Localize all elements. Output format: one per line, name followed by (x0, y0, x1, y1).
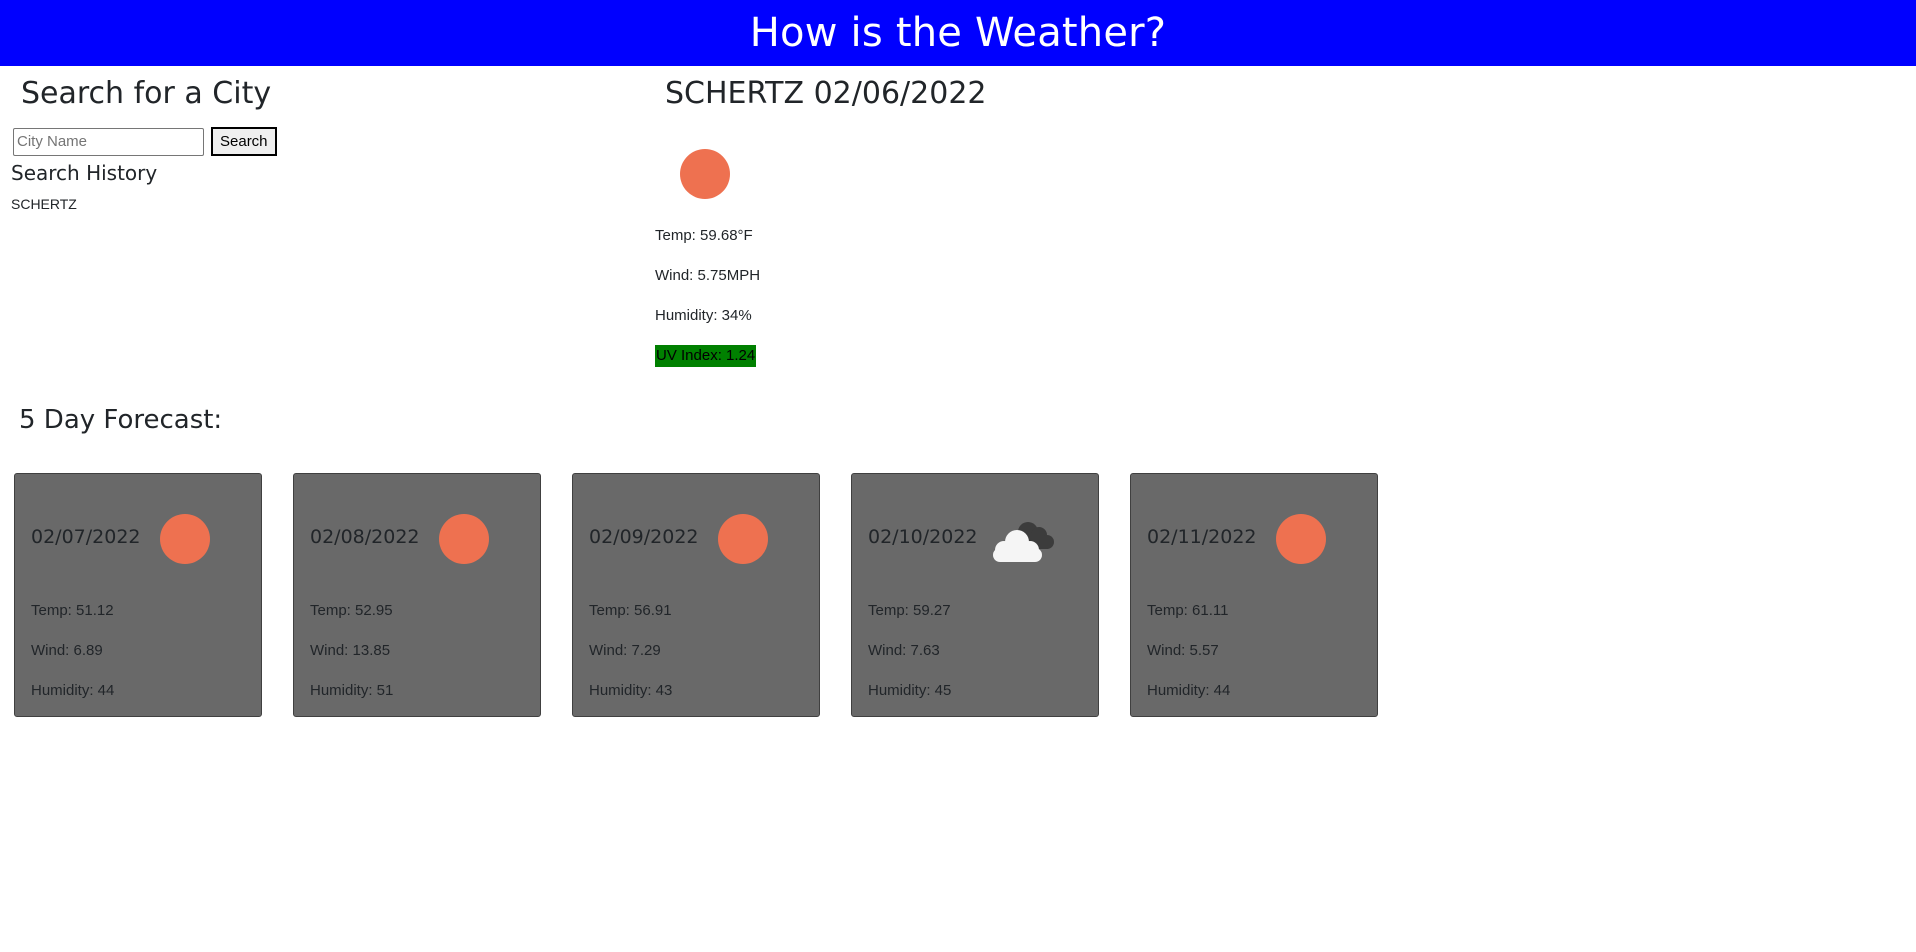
forecast-card: 02/07/2022 Temp: 51.12 Wind: 6.89 Humidi… (14, 473, 262, 717)
forecast-cards: 02/07/2022 Temp: 51.12 Wind: 6.89 Humidi… (14, 473, 1378, 717)
forecast-temp: Temp: 56.91 (589, 602, 672, 619)
forecast-date: 02/09/2022 (589, 526, 699, 548)
forecast-temp: Temp: 61.11 (1147, 602, 1229, 619)
current-humidity: Humidity: 34% (655, 307, 752, 324)
uv-index-badge: UV Index: 1.24 (655, 345, 757, 367)
forecast-date: 02/08/2022 (310, 526, 420, 548)
forecast-date: 02/10/2022 (868, 526, 978, 548)
forecast-wind: Wind: 6.89 (31, 642, 103, 659)
app-title: How is the Weather? (749, 10, 1167, 56)
forecast-humidity: Humidity: 44 (31, 682, 115, 699)
forecast-wind: Wind: 13.85 (310, 642, 391, 659)
sun-icon (718, 514, 768, 564)
sun-icon (680, 149, 730, 199)
forecast-card: 02/08/2022 Temp: 52.95 Wind: 13.85 Humid… (293, 473, 541, 717)
app-header: How is the Weather? (0, 0, 1916, 66)
forecast-title: 5 Day Forecast: (19, 405, 223, 435)
sun-icon (439, 514, 489, 564)
forecast-temp: Temp: 52.95 (310, 602, 393, 619)
forecast-humidity: Humidity: 44 (1147, 682, 1231, 699)
forecast-humidity: Humidity: 51 (310, 682, 394, 699)
forecast-card: 02/09/2022 Temp: 56.91 Wind: 7.29 Humidi… (572, 473, 820, 717)
forecast-humidity: Humidity: 43 (589, 682, 673, 699)
forecast-card: 02/10/2022 Temp: 59.27 Wind: 7.63 Humidi… (851, 473, 1099, 717)
forecast-wind: Wind: 7.63 (868, 642, 940, 659)
forecast-wind: Wind: 7.29 (589, 642, 661, 659)
search-history-title: Search History (11, 161, 158, 185)
sun-icon (160, 514, 210, 564)
current-wind: Wind: 5.75MPH (655, 267, 761, 284)
forecast-date: 02/11/2022 (1147, 526, 1257, 548)
forecast-temp: Temp: 59.27 (868, 602, 951, 619)
current-temp: Temp: 59.68°F (655, 227, 753, 244)
forecast-card: 02/11/2022 Temp: 61.11 Wind: 5.57 Humidi… (1130, 473, 1378, 717)
sun-icon (1276, 514, 1326, 564)
search-history-list: SCHERTZ (11, 195, 77, 213)
forecast-date: 02/07/2022 (31, 526, 141, 548)
forecast-temp: Temp: 51.12 (31, 602, 114, 619)
city-search-input[interactable] (13, 127, 204, 156)
search-title: Search for a City (21, 76, 272, 111)
search-button[interactable]: Search (211, 127, 277, 156)
forecast-humidity: Humidity: 45 (868, 682, 952, 699)
search-form: Search (13, 127, 277, 156)
weather-dashboard: How is the Weather? Search for a City Se… (0, 0, 1916, 952)
cloud-icon (984, 516, 1058, 564)
current-city-date: SCHERTZ 02/06/2022 (665, 76, 987, 111)
search-history-item[interactable]: SCHERTZ (11, 195, 77, 213)
forecast-wind: Wind: 5.57 (1147, 642, 1219, 659)
